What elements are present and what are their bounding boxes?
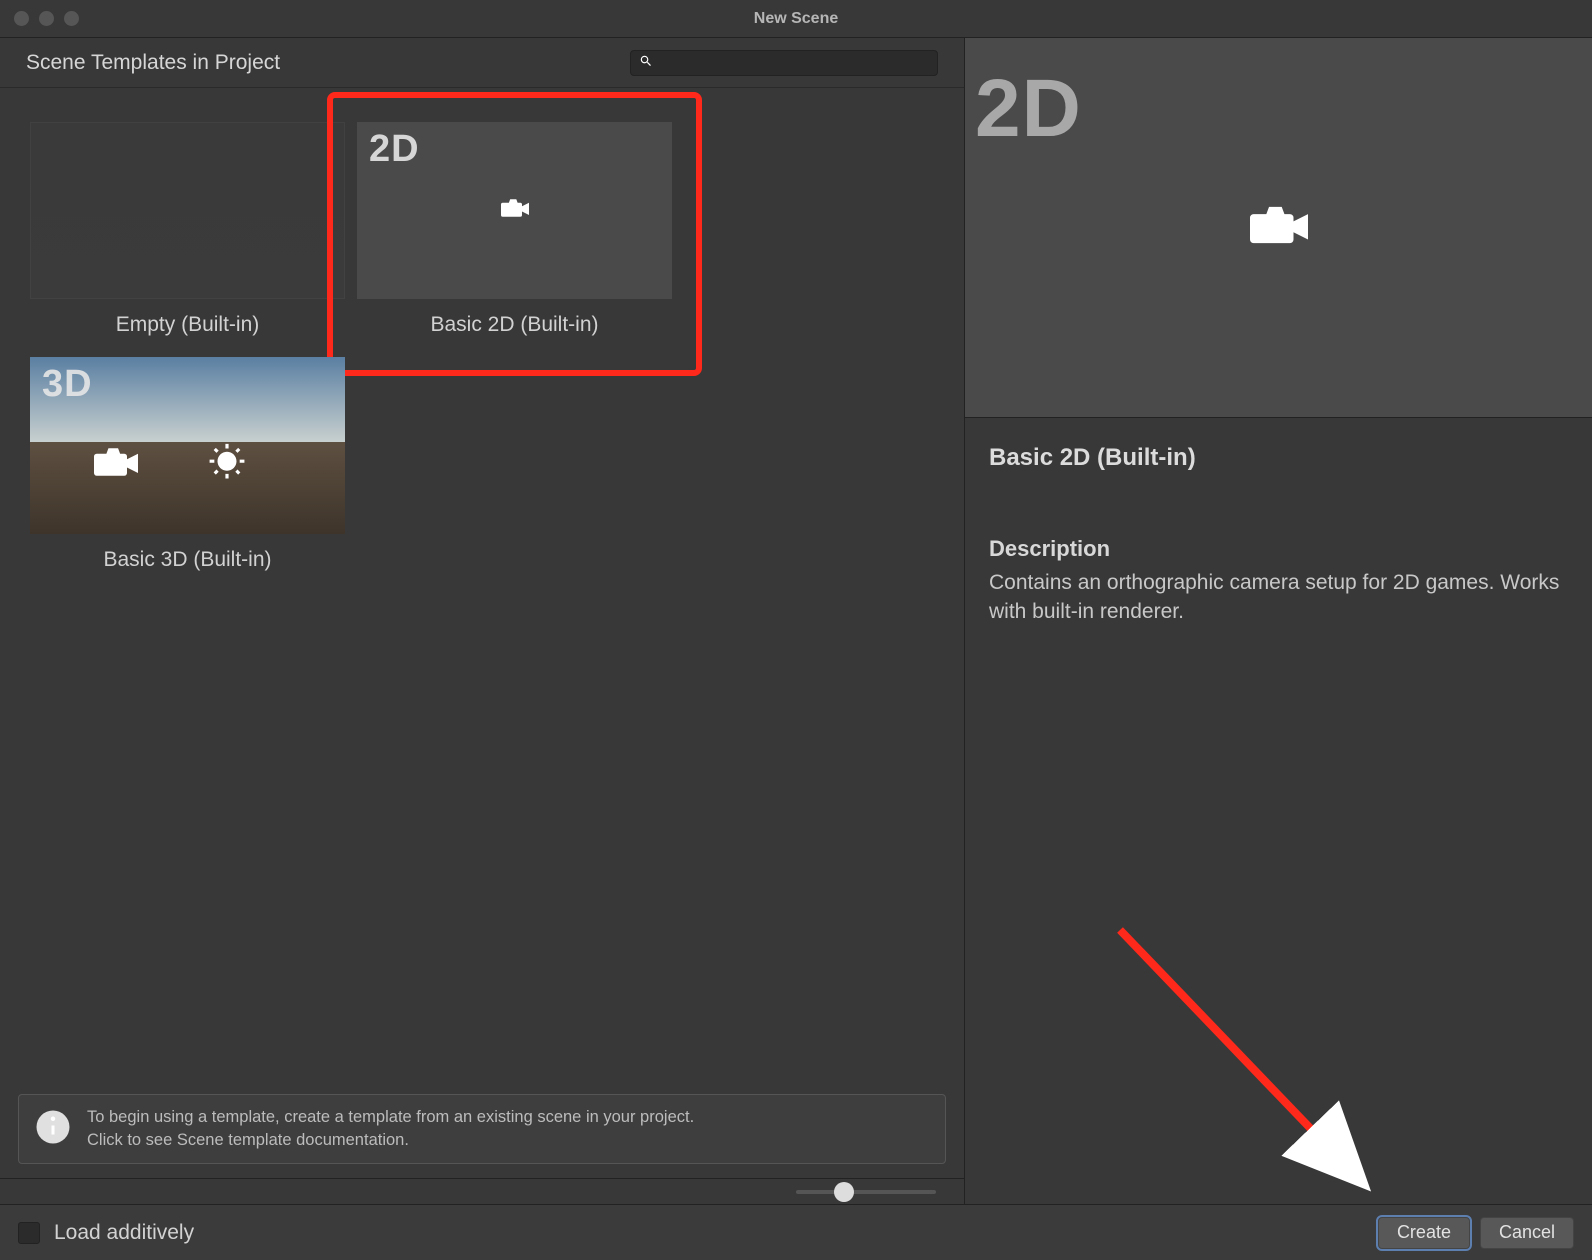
cancel-button[interactable]: Cancel bbox=[1480, 1217, 1574, 1249]
search-box[interactable] bbox=[630, 50, 938, 76]
load-additively-label: Load additively bbox=[54, 1221, 194, 1245]
templates-grid: Empty (Built-in) 2D Basic 2D (Built-in) … bbox=[0, 88, 964, 580]
hint-line-2: Click to see Scene template documentatio… bbox=[87, 1129, 694, 1152]
template-caption: Basic 2D (Built-in) bbox=[430, 313, 598, 337]
left-panel: Scene Templates in Project Empty (Built-… bbox=[0, 38, 965, 1204]
template-card-empty[interactable]: Empty (Built-in) bbox=[30, 122, 345, 337]
hint-line-1: To begin using a template, create a temp… bbox=[87, 1106, 694, 1129]
create-button[interactable]: Create bbox=[1378, 1217, 1470, 1249]
template-card-basic-3d[interactable]: 3D Basic 3D (Built-in) bbox=[30, 357, 345, 572]
template-hint-bar[interactable]: To begin using a template, create a temp… bbox=[18, 1094, 946, 1164]
window-title: New Scene bbox=[754, 10, 838, 28]
detail-title: Basic 2D (Built-in) bbox=[989, 444, 1568, 472]
hint-text: To begin using a template, create a temp… bbox=[87, 1106, 694, 1152]
camera-icon bbox=[94, 445, 138, 484]
template-thumb-basic-2d: 2D bbox=[357, 122, 672, 299]
info-icon bbox=[35, 1109, 71, 1150]
search-icon bbox=[639, 54, 653, 71]
traffic-lights bbox=[14, 11, 79, 26]
title-bar: New Scene bbox=[0, 0, 1592, 38]
thumbnail-size-slider-row bbox=[0, 1178, 964, 1204]
camera-icon bbox=[501, 197, 529, 224]
detail-description: Contains an orthographic camera setup fo… bbox=[989, 568, 1568, 627]
detail-preview: 2D bbox=[965, 38, 1592, 418]
footer: Load additively Create Cancel bbox=[0, 1204, 1592, 1260]
detail-body: Basic 2D (Built-in) Description Contains… bbox=[965, 418, 1592, 653]
close-window-icon[interactable] bbox=[14, 11, 29, 26]
thumbnail-size-slider[interactable] bbox=[796, 1190, 936, 1194]
camera-icon bbox=[1250, 203, 1308, 252]
load-additively-checkbox[interactable] bbox=[18, 1222, 40, 1244]
detail-section-label: Description bbox=[989, 536, 1568, 562]
right-panel: 2D Basic 2D (Built-in) Description Conta… bbox=[965, 38, 1592, 1204]
minimize-window-icon[interactable] bbox=[39, 11, 54, 26]
templates-heading: Scene Templates in Project bbox=[26, 51, 280, 75]
thumb-badge-3d: 3D bbox=[42, 363, 93, 406]
detail-thumb-badge: 2D bbox=[975, 62, 1082, 156]
template-caption: Basic 3D (Built-in) bbox=[103, 548, 271, 572]
slider-knob[interactable] bbox=[834, 1182, 854, 1202]
zoom-window-icon[interactable] bbox=[64, 11, 79, 26]
template-caption: Empty (Built-in) bbox=[116, 313, 260, 337]
sun-icon bbox=[208, 443, 246, 486]
template-card-basic-2d[interactable]: 2D Basic 2D (Built-in) bbox=[357, 122, 672, 337]
left-panel-header: Scene Templates in Project bbox=[0, 38, 964, 88]
thumb-badge-2d: 2D bbox=[369, 128, 420, 171]
template-thumb-empty bbox=[30, 122, 345, 299]
template-thumb-basic-3d: 3D bbox=[30, 357, 345, 534]
search-input[interactable] bbox=[657, 55, 929, 70]
